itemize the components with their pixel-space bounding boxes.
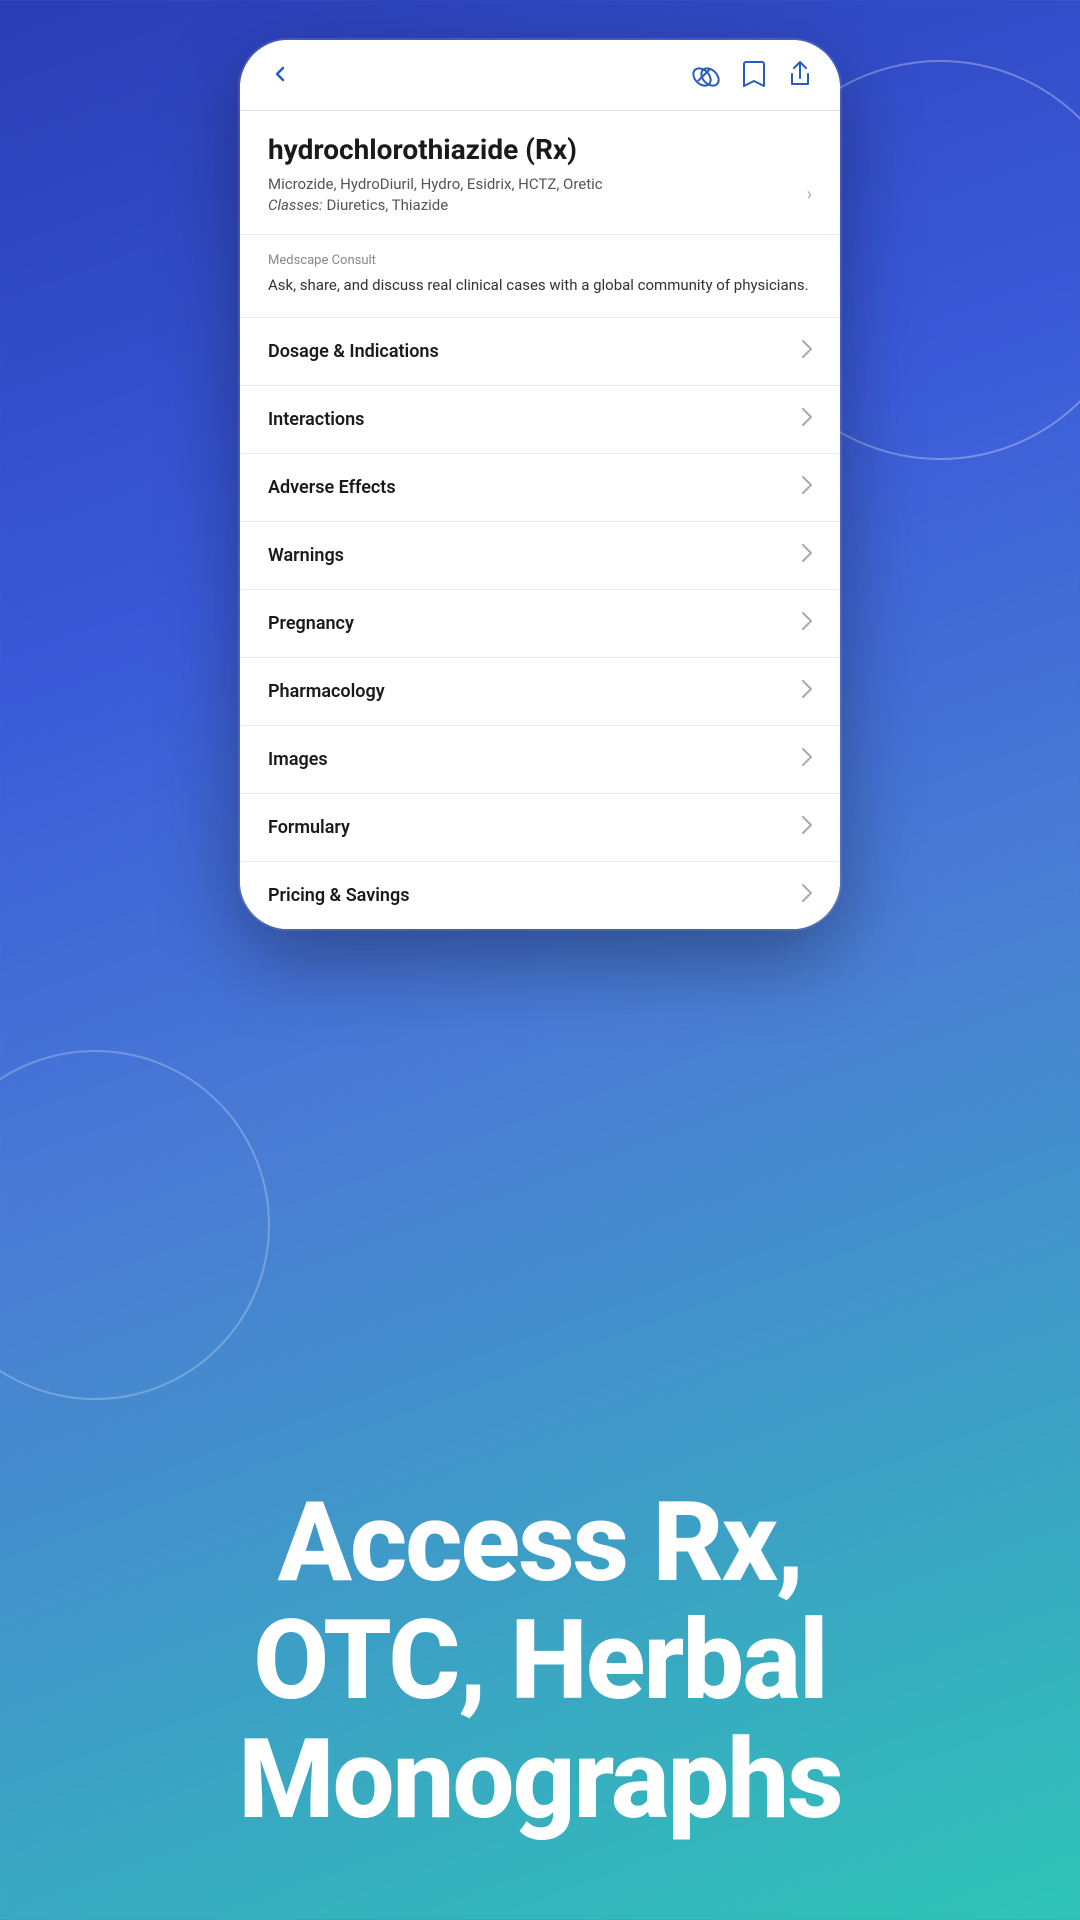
bg-decoration-2	[0, 1050, 270, 1400]
menu-item-label-dosage: Dosage & Indications	[268, 341, 439, 362]
menu-chevron-pregnancy	[802, 612, 812, 635]
menu-item-interactions[interactable]: Interactions	[240, 386, 840, 454]
bottom-line-2: OTC, Herbal	[60, 1602, 1020, 1721]
menu-item-label-pricing: Pricing & Savings	[268, 885, 409, 906]
menu-list: Dosage & Indications Interactions Adverse …	[240, 318, 840, 929]
menu-item-pregnancy[interactable]: Pregnancy	[240, 590, 840, 658]
share-icon[interactable]	[788, 60, 812, 94]
menu-item-label-images: Images	[268, 749, 328, 770]
menu-item-label-pregnancy: Pregnancy	[268, 613, 354, 634]
menu-item-label-pharmacology: Pharmacology	[268, 681, 385, 702]
menu-item-label-interactions: Interactions	[268, 409, 364, 430]
back-button[interactable]	[268, 62, 292, 93]
drug-title: hydrochlorothiazide (Rx)	[268, 133, 812, 166]
drug-subtitle: Microzide, HydroDiuril, Hydro, Esidrix, …	[268, 174, 812, 216]
menu-chevron-warnings	[802, 544, 812, 567]
top-bar	[240, 40, 840, 111]
pill-icon[interactable]	[692, 63, 720, 91]
classes-value: Diuretics, Thiazide	[327, 196, 449, 214]
menu-chevron-pricing	[802, 884, 812, 907]
menu-chevron-formulary	[802, 816, 812, 839]
menu-chevron-images	[802, 748, 812, 771]
menu-item-pharmacology[interactable]: Pharmacology	[240, 658, 840, 726]
menu-item-images[interactable]: Images	[240, 726, 840, 794]
classes-label: Classes:	[268, 196, 323, 214]
drug-classes: Classes: Diuretics, Thiazide	[268, 196, 448, 214]
phone-frame: hydrochlorothiazide (Rx) Microzide, Hydr…	[240, 40, 840, 929]
consult-text: Ask, share, and discuss real clinical ca…	[268, 274, 812, 297]
consult-section: Medscape Consult Ask, share, and discuss…	[240, 235, 840, 318]
bottom-text: Access Rx, OTC, Herbal Monographs	[60, 1484, 1020, 1840]
bottom-line-3: Monographs	[60, 1721, 1020, 1840]
menu-item-dosage[interactable]: Dosage & Indications	[240, 318, 840, 386]
drug-header: hydrochlorothiazide (Rx) Microzide, Hydr…	[240, 111, 840, 235]
menu-item-adverse[interactable]: Adverse Effects	[240, 454, 840, 522]
app-screen: hydrochlorothiazide (Rx) Microzide, Hydr…	[240, 40, 840, 929]
menu-item-warnings[interactable]: Warnings	[240, 522, 840, 590]
bookmark-icon[interactable]	[742, 60, 766, 94]
menu-item-label-adverse: Adverse Effects	[268, 477, 396, 498]
drug-header-chevron: ›	[807, 182, 812, 207]
top-icons	[692, 60, 812, 94]
menu-chevron-interactions	[802, 408, 812, 431]
menu-item-pricing[interactable]: Pricing & Savings	[240, 862, 840, 929]
menu-item-formulary[interactable]: Formulary	[240, 794, 840, 862]
menu-item-label-formulary: Formulary	[268, 817, 350, 838]
menu-item-label-warnings: Warnings	[268, 545, 344, 566]
menu-chevron-dosage	[802, 340, 812, 363]
menu-chevron-adverse	[802, 476, 812, 499]
phone-mockup: hydrochlorothiazide (Rx) Microzide, Hydr…	[240, 40, 840, 929]
bottom-line-1: Access Rx,	[60, 1484, 1020, 1603]
drug-subtitle-text: Microzide, HydroDiuril, Hydro, Esidrix, …	[268, 174, 807, 216]
bottom-section: Access Rx, OTC, Herbal Monographs	[0, 1424, 1080, 1920]
drug-subtitles: Microzide, HydroDiuril, Hydro, Esidrix, …	[268, 175, 603, 193]
menu-chevron-pharmacology	[802, 680, 812, 703]
consult-label: Medscape Consult	[268, 253, 812, 268]
